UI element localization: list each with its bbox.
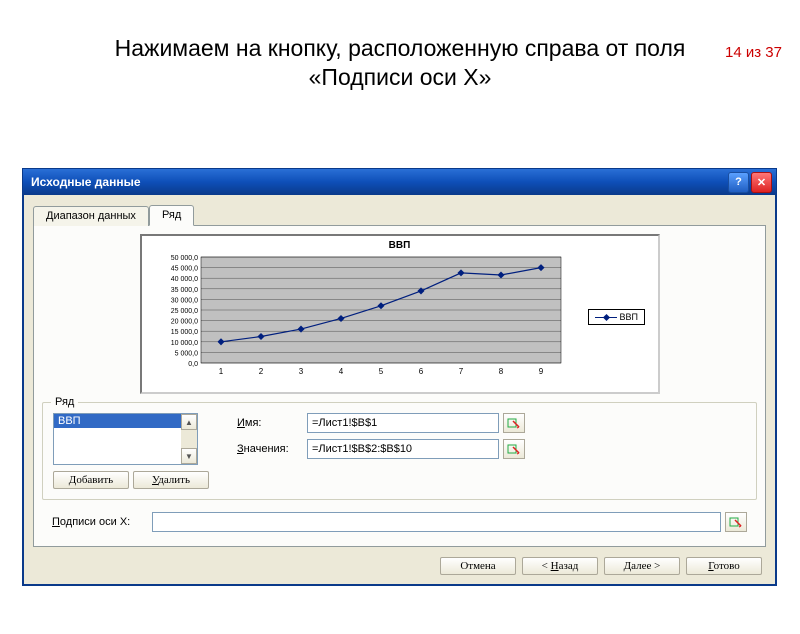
values-range-selector-button[interactable] <box>503 439 525 459</box>
chart-legend: ВВП <box>588 309 645 325</box>
tabstrip: Диапазон данных Ряд <box>33 203 766 225</box>
svg-text:5 000,0: 5 000,0 <box>174 350 197 357</box>
svg-text:1: 1 <box>218 367 223 376</box>
scroll-up-icon[interactable]: ▲ <box>181 414 197 430</box>
tab-data-range[interactable]: Диапазон данных <box>33 206 149 226</box>
dialog-body: Диапазон данных Ряд ВВП 0,0 5 000,0 10 000… <box>23 195 776 585</box>
svg-text:4: 4 <box>338 367 343 376</box>
x-axis-labels-row: Подписи оси X: <box>42 512 757 536</box>
x-axis-labels-input[interactable] <box>152 512 721 532</box>
back-button[interactable]: < Назад <box>522 557 598 575</box>
scroll-track[interactable] <box>181 430 197 448</box>
svg-text:0,0: 0,0 <box>188 361 198 368</box>
svg-text:15 000,0: 15 000,0 <box>170 329 197 336</box>
button-row: Отмена < Назад Далее > Готово <box>33 547 766 575</box>
series-group: Ряд ВВП ▲ ▼ ДДобавитьобавить <box>42 402 757 500</box>
series-group-label: Ряд <box>51 396 78 408</box>
close-icon: ✕ <box>757 176 766 189</box>
x-axis-range-selector-button[interactable] <box>725 512 747 532</box>
titlebar[interactable]: Исходные данные ? ✕ <box>23 169 776 195</box>
range-selector-icon <box>507 443 521 455</box>
values-label: Значения: <box>237 443 307 455</box>
svg-text:30 000,0: 30 000,0 <box>170 297 197 304</box>
cancel-button[interactable]: Отмена <box>440 557 516 575</box>
add-series-button[interactable]: ДДобавитьобавить <box>53 471 129 489</box>
finish-button[interactable]: Готово <box>686 557 762 575</box>
svg-text:40 000,0: 40 000,0 <box>170 276 197 283</box>
name-label: Имя: <box>237 417 307 429</box>
slide-title: Нажимаем на кнопку, расположенную справа… <box>60 34 740 92</box>
svg-text:10 000,0: 10 000,0 <box>170 340 197 347</box>
legend-marker-icon <box>595 317 617 318</box>
svg-text:20 000,0: 20 000,0 <box>170 319 197 326</box>
values-input[interactable] <box>307 439 499 459</box>
scroll-down-icon[interactable]: ▼ <box>181 448 197 464</box>
next-button[interactable]: Далее > <box>604 557 680 575</box>
dialog-window: Исходные данные ? ✕ Диапазон данных Ряд … <box>22 168 777 586</box>
legend-label: ВВП <box>620 312 638 322</box>
svg-text:8: 8 <box>498 367 503 376</box>
tab-series[interactable]: Ряд <box>149 205 194 226</box>
chart-title: ВВП <box>146 240 654 251</box>
remove-series-button[interactable]: Удалить <box>133 471 209 489</box>
window-title: Исходные данные <box>31 175 726 189</box>
series-listbox[interactable]: ВВП ▲ ▼ <box>53 413 198 465</box>
svg-text:25 000,0: 25 000,0 <box>170 308 197 315</box>
svg-text:7: 7 <box>458 367 463 376</box>
svg-text:5: 5 <box>378 367 383 376</box>
svg-text:3: 3 <box>298 367 303 376</box>
svg-text:2: 2 <box>258 367 263 376</box>
svg-text:50 000,0: 50 000,0 <box>170 255 197 262</box>
page-number: 14 из 37 <box>725 44 782 61</box>
chart-preview: ВВП 0,05 000,010 000,015 000,020 000,025… <box>140 234 660 394</box>
series-list-item[interactable]: ВВП <box>54 414 197 428</box>
chart-plot: 0,0 5 000,0 10 000,0 15 000,0 20 000,0 25 000… <box>146 253 576 381</box>
name-input[interactable] <box>307 413 499 433</box>
svg-text:45 000,0: 45 000,0 <box>170 266 197 273</box>
tab-panel-series: ВВП 0,05 000,010 000,015 000,020 000,025… <box>33 225 766 547</box>
svg-text:35 000,0: 35 000,0 <box>170 287 197 294</box>
name-range-selector-button[interactable] <box>503 413 525 433</box>
x-axis-labels-label: Подписи оси X: <box>52 516 152 528</box>
scrollbar[interactable]: ▲ ▼ <box>181 414 197 464</box>
svg-text:9: 9 <box>538 367 543 376</box>
svg-text:6: 6 <box>418 367 423 376</box>
close-button[interactable]: ✕ <box>751 172 772 193</box>
help-button[interactable]: ? <box>728 172 749 193</box>
range-selector-icon <box>729 516 743 528</box>
range-selector-icon <box>507 417 521 429</box>
